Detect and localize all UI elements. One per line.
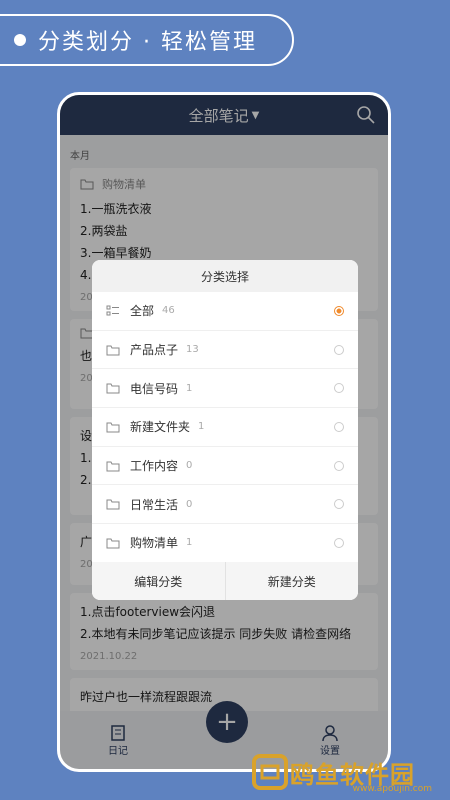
- folder-icon: [106, 538, 120, 549]
- radio-icon[interactable]: [334, 537, 344, 548]
- category-name: 全部: [130, 304, 155, 319]
- category-name: 新建文件夹: [130, 420, 191, 435]
- radio-icon[interactable]: [334, 383, 344, 394]
- category-name: 产品点子: [130, 343, 179, 358]
- category-name: 电信号码: [130, 381, 179, 396]
- category-item[interactable]: 产品点子 13: [92, 331, 358, 370]
- edit-category-button[interactable]: 编辑分类: [92, 562, 225, 600]
- category-count: 0: [186, 498, 193, 510]
- category-count: 46: [162, 305, 175, 317]
- category-count: 13: [186, 344, 199, 356]
- category-dialog: 分类选择 全部 46 产品点子 13 电信号码 1 新建文件夹 1 工作内容 0: [92, 260, 358, 600]
- category-count: 0: [186, 460, 193, 472]
- category-item-all[interactable]: 全部 46: [92, 292, 358, 331]
- radio-icon[interactable]: [334, 460, 344, 471]
- dialog-actions: 编辑分类 新建分类: [92, 562, 358, 600]
- category-item[interactable]: 电信号码 1: [92, 369, 358, 409]
- category-count: 1: [186, 382, 193, 394]
- category-count: 1: [198, 421, 205, 433]
- category-name: 工作内容: [130, 459, 179, 474]
- watermark-logo-icon: [252, 754, 288, 790]
- watermark-logo: 鸥鱼软件园 www.apoujin.com: [250, 750, 444, 794]
- folder-icon: [106, 499, 120, 510]
- list-icon: [106, 305, 119, 316]
- radio-icon[interactable]: [334, 344, 344, 355]
- folder-icon: [106, 383, 120, 394]
- radio-selected-icon[interactable]: [334, 305, 344, 316]
- category-item[interactable]: 购物清单 1: [92, 524, 358, 563]
- feature-banner: 分类划分 · 轻松管理: [0, 14, 294, 66]
- folder-icon: [106, 345, 120, 356]
- dialog-title: 分类选择: [92, 260, 358, 292]
- folder-icon: [106, 422, 120, 433]
- folder-icon: [106, 461, 120, 472]
- new-category-button[interactable]: 新建分类: [224, 562, 359, 600]
- category-item[interactable]: 新建文件夹 1: [92, 408, 358, 447]
- category-item[interactable]: 日常生活 0: [92, 485, 358, 525]
- category-name: 购物清单: [130, 536, 179, 551]
- radio-icon[interactable]: [334, 499, 344, 510]
- bullet-dot-icon: [14, 34, 26, 46]
- category-name: 日常生活: [130, 497, 179, 512]
- banner-text: 分类划分 · 轻松管理: [38, 30, 257, 55]
- radio-icon[interactable]: [334, 421, 344, 432]
- category-item[interactable]: 工作内容 0: [92, 447, 358, 486]
- category-count: 1: [186, 537, 193, 549]
- watermark-url: www.apoujin.com: [352, 784, 432, 794]
